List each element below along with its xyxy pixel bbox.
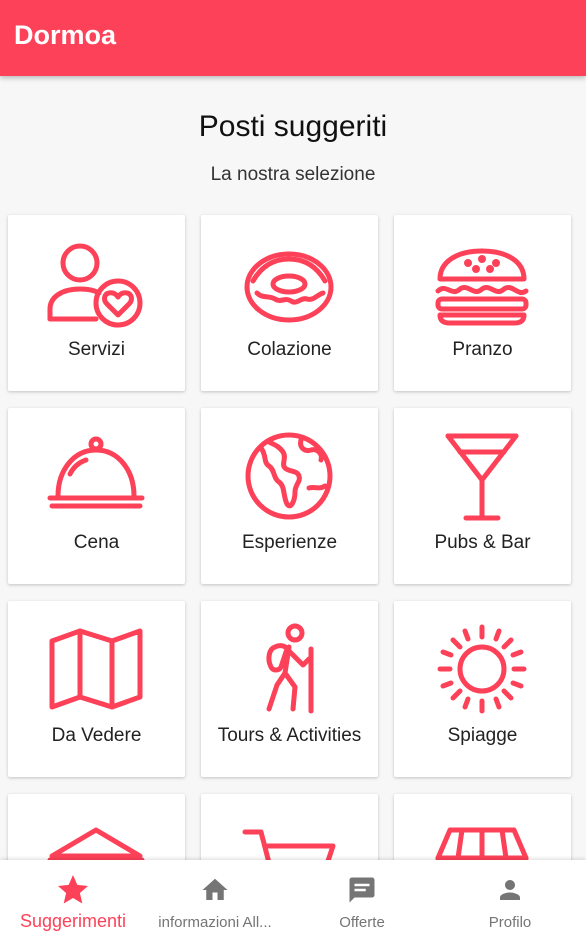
user-heart-icon <box>46 237 146 329</box>
category-card-pranzo[interactable]: Pranzo <box>394 215 571 391</box>
category-label: Spiagge <box>447 725 518 746</box>
cocktail-icon <box>432 430 532 522</box>
bottom-navigation: Suggerimenti informazioni All... Offerte… <box>0 860 586 941</box>
category-label: Pranzo <box>452 339 513 360</box>
hiker-icon <box>239 623 339 715</box>
category-card-cena[interactable]: Cena <box>8 408 185 584</box>
map-icon <box>46 623 146 715</box>
category-card-spiagge[interactable]: Spiagge <box>394 601 571 777</box>
cart-icon <box>239 816 339 860</box>
category-card-shop[interactable] <box>394 794 571 860</box>
category-card-servizi[interactable]: Servizi <box>8 215 185 391</box>
nav-label: Profilo <box>488 914 532 931</box>
person-icon <box>495 875 525 905</box>
category-card-pubs-bar[interactable]: Pubs & Bar <box>394 408 571 584</box>
nav-item-informazioni[interactable]: informazioni All... <box>142 860 288 941</box>
category-label: Esperienze <box>241 532 338 553</box>
category-label: Tours & Activities <box>217 725 362 746</box>
nav-label: informazioni All... <box>158 914 272 931</box>
nav-item-profilo[interactable]: Profilo <box>437 860 583 941</box>
category-label: Colazione <box>247 339 332 360</box>
globe-icon <box>239 430 339 522</box>
app-title: Dormoa <box>14 20 117 50</box>
category-card-shopping[interactable] <box>201 794 378 860</box>
cloche-icon <box>46 430 146 522</box>
category-label: Pubs & Bar <box>434 532 531 553</box>
category-card-tours[interactable]: Tours & Activities <box>201 601 378 777</box>
shop-awning-icon <box>432 816 532 860</box>
nav-label: Suggerimenti <box>19 911 127 931</box>
category-card-museum[interactable] <box>8 794 185 860</box>
nav-item-suggerimenti[interactable]: Suggerimenti <box>0 860 146 941</box>
category-label: Servizi <box>67 339 125 360</box>
category-label: Cena <box>73 532 120 553</box>
home-icon <box>200 875 230 905</box>
category-card-da-vedere[interactable]: Da Vedere <box>8 601 185 777</box>
donut-icon <box>239 237 339 329</box>
category-card-esperienze[interactable]: Esperienze <box>201 408 378 584</box>
nav-label: Offerte <box>339 914 385 931</box>
sun-icon <box>432 623 532 715</box>
star-icon <box>55 872 91 908</box>
page-title: Posti suggeriti <box>198 110 388 143</box>
category-card-colazione[interactable]: Colazione <box>201 215 378 391</box>
museum-icon <box>46 816 146 860</box>
main-content[interactable]: Posti suggeriti La nostra selezione Serv… <box>0 76 586 860</box>
chat-icon <box>347 875 377 905</box>
page-subtitle: La nostra selezione <box>210 164 376 185</box>
app-bar: Dormoa <box>0 0 586 76</box>
nav-item-offerte[interactable]: Offerte <box>289 860 435 941</box>
category-label: Da Vedere <box>51 725 142 746</box>
burger-icon <box>432 237 532 329</box>
